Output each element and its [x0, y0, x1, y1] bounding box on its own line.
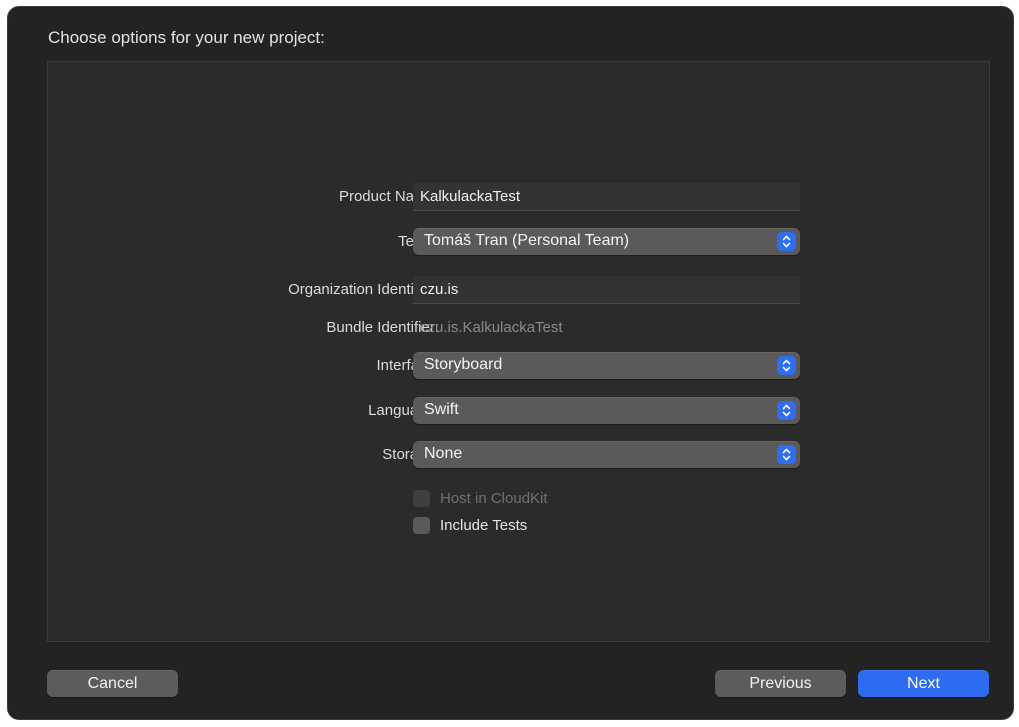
language-popup-value: Swift [424, 401, 459, 418]
team-popup[interactable]: Tomáš Tran (Personal Team) [413, 228, 800, 255]
bundle-identifier-value: czu.is.KalkulackaTest [420, 319, 563, 336]
storage-popup-value: None [424, 445, 463, 462]
bundle-identifier-row: Bundle Identifier: czu.is.KalkulackaTest [48, 313, 989, 343]
product-name-field[interactable]: KalkulackaTest [413, 183, 800, 211]
host-in-cloudkit-checkbox [413, 490, 430, 507]
organization-identifier-row: Organization Identifier: czu.is [48, 275, 989, 305]
previous-button[interactable]: Previous [715, 670, 846, 697]
product-name-row: Product Name: KalkulackaTest [48, 182, 989, 212]
chevron-up-down-icon [777, 401, 796, 420]
organization-identifier-field[interactable]: czu.is [413, 276, 800, 304]
interface-row: Interface: Storyboard [48, 351, 989, 381]
language-popup[interactable]: Swift [413, 397, 800, 424]
team-popup-value: Tomáš Tran (Personal Team) [424, 232, 630, 249]
cancel-button[interactable]: Cancel [47, 670, 178, 697]
chevron-up-down-icon [777, 445, 796, 464]
chevron-up-down-icon [777, 232, 796, 251]
storage-popup[interactable]: None [413, 441, 800, 468]
storage-row: Storage: None [48, 440, 989, 470]
dialog-title: Choose options for your new project: [48, 28, 325, 47]
include-tests-checkbox[interactable] [413, 517, 430, 534]
include-tests-label: Include Tests [440, 517, 528, 534]
next-button[interactable]: Next [858, 670, 989, 697]
language-row: Language: Swift [48, 396, 989, 426]
host-in-cloudkit-label: Host in CloudKit [440, 490, 548, 507]
options-panel: Product Name: KalkulackaTest Team: Tomáš… [47, 61, 990, 642]
new-project-options-sheet: Choose options for your new project: Pro… [7, 6, 1014, 720]
team-row: Team: Tomáš Tran (Personal Team) [48, 227, 989, 257]
interface-popup-value: Storyboard [424, 356, 503, 373]
chevron-up-down-icon [777, 356, 796, 375]
interface-popup[interactable]: Storyboard [413, 352, 800, 379]
